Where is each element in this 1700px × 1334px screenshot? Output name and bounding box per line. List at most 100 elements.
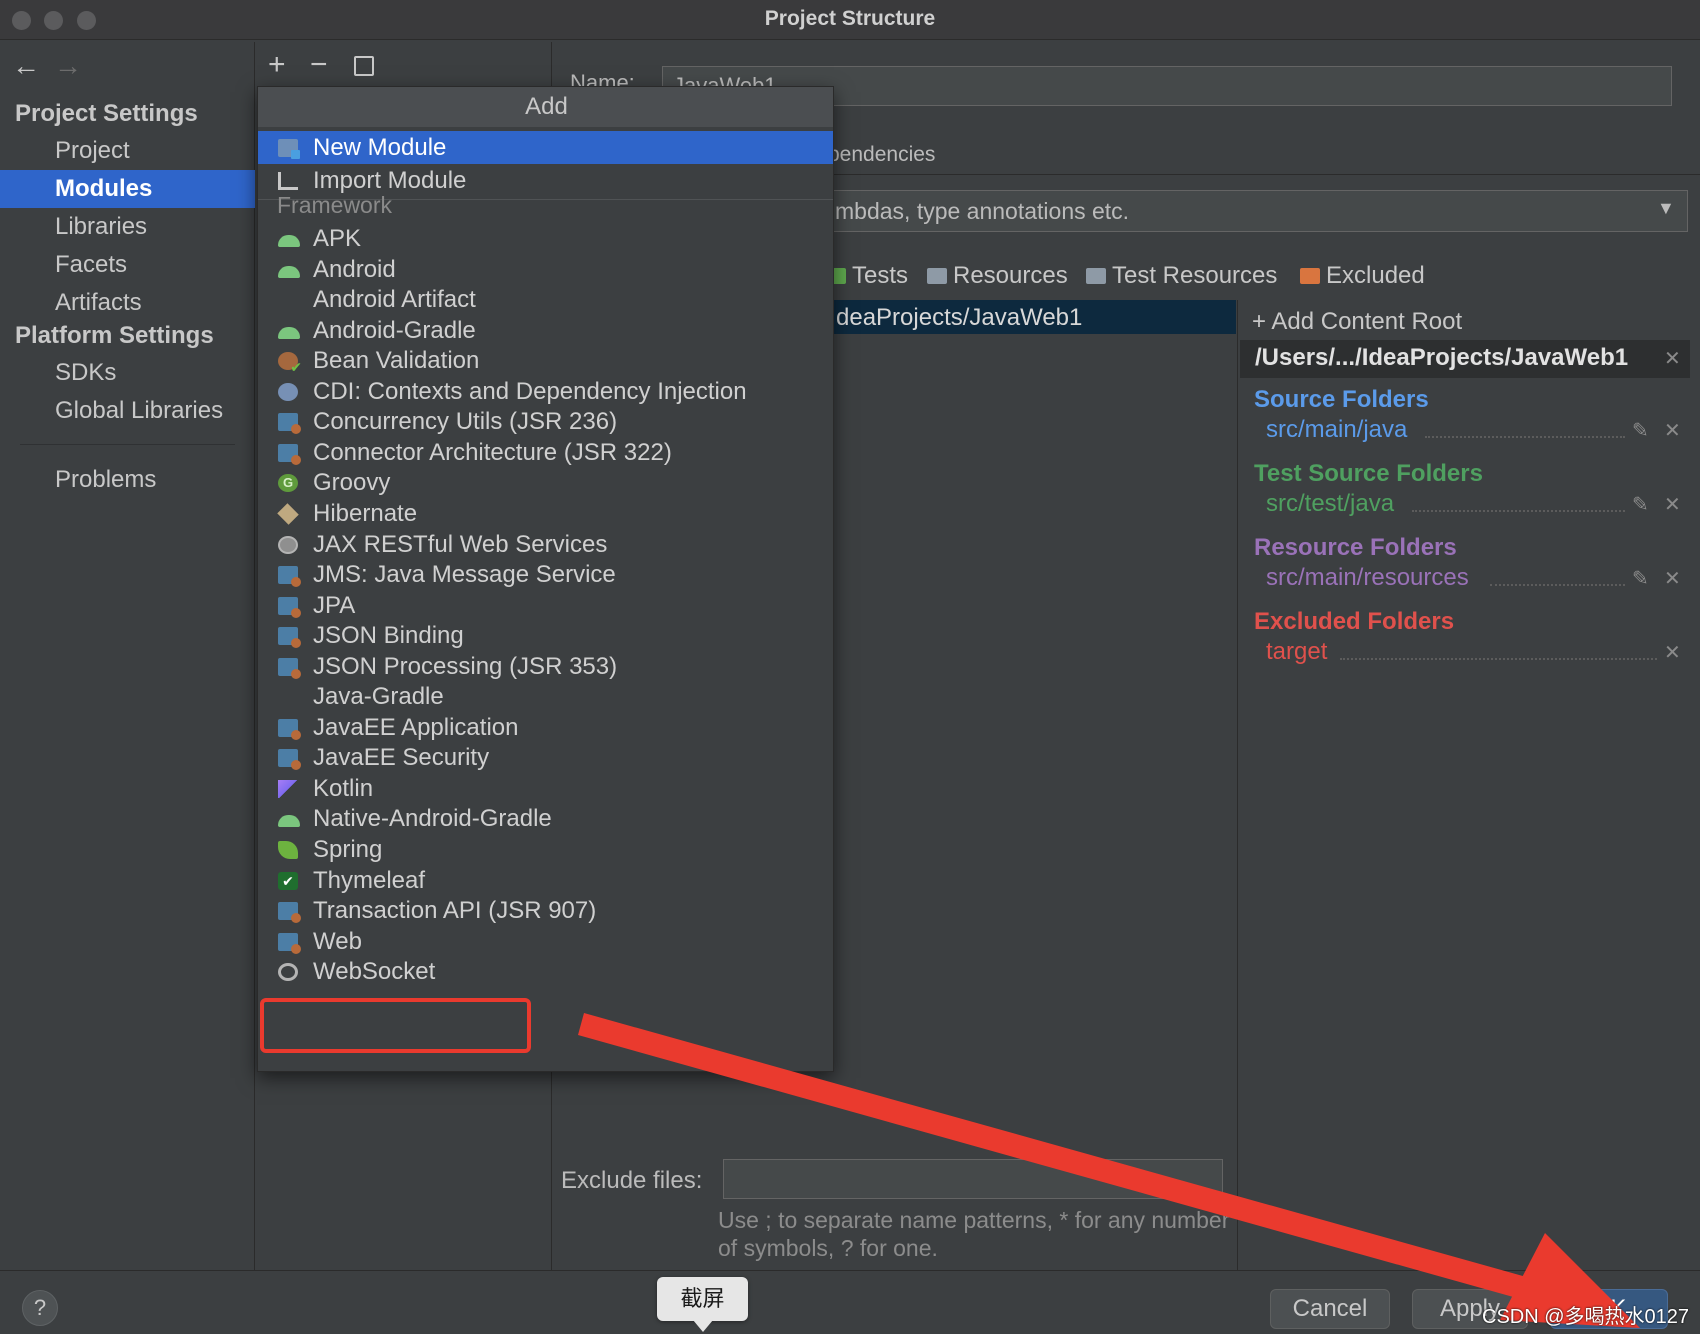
import-icon <box>278 172 298 190</box>
menu-item-native-android-gradle[interactable]: Native-Android-Gradle <box>258 802 833 835</box>
settings-sidebar: ← → Project Settings Project Modules Lib… <box>0 42 255 1270</box>
menu-item-connector-architecture-jsr-322[interactable]: Connector Architecture (JSR 322) <box>258 436 833 469</box>
resources-folder-icon <box>927 268 947 284</box>
kotlin-icon <box>278 779 298 798</box>
menu-item-javaee-application[interactable]: JavaEE Application <box>258 711 833 744</box>
close-icon[interactable]: ✕ <box>1664 640 1681 665</box>
menu-item-websocket[interactable]: WebSocket <box>258 955 833 988</box>
hibernate-icon <box>277 503 299 525</box>
language-level-select[interactable]: mbdas, type annotations etc. <box>820 190 1688 232</box>
mark-tests-button[interactable]: Tests <box>832 262 908 290</box>
menu-item-json-binding[interactable]: JSON Binding <box>258 619 833 652</box>
close-icon[interactable]: ✕ <box>1664 492 1681 517</box>
resource-folders-header: Resource Folders <box>1254 534 1457 561</box>
menu-item-label: Kotlin <box>313 774 374 802</box>
framework-section-header: Framework <box>277 192 393 218</box>
tab-dependencies[interactable]: pendencies <box>828 143 935 167</box>
menu-item-label: Bean Validation <box>313 347 480 375</box>
menu-item-label: WebSocket <box>313 958 436 986</box>
minus-icon[interactable]: − <box>310 50 328 80</box>
platform-settings-header: Platform Settings <box>15 322 214 349</box>
popup-title: Add <box>258 87 833 127</box>
menu-item-bean-validation[interactable]: Bean Validation <box>258 344 833 377</box>
javaee-icon <box>278 596 301 618</box>
thymeleaf-icon: ✔ <box>278 871 298 890</box>
menu-item-android-artifact[interactable]: Android Artifact <box>258 283 833 316</box>
edit-icon[interactable]: ✎ <box>1632 418 1649 443</box>
menu-item-android-gradle[interactable]: Android-Gradle <box>258 314 833 347</box>
javaee-icon <box>278 749 301 771</box>
menu-item-jax-restful-web-services[interactable]: JAX RESTful Web Services <box>258 528 833 561</box>
javaee-icon <box>278 443 301 465</box>
source-folder-path[interactable]: src/main/java <box>1266 416 1407 444</box>
add-popup-menu: Add New Module Import Module Framework A… <box>257 86 834 1072</box>
globe-icon <box>278 535 298 554</box>
menu-item-label: JMS: Java Message Service <box>313 561 616 589</box>
javaee-icon <box>278 566 301 588</box>
mark-resources-label: Resources <box>953 262 1068 289</box>
plus-icon[interactable]: + <box>268 50 286 80</box>
menu-item-concurrency-utils-jsr-236[interactable]: Concurrency Utils (JSR 236) <box>258 405 833 438</box>
menu-item-label: Groovy <box>313 469 391 497</box>
close-icon[interactable]: ✕ <box>1664 418 1681 443</box>
cdi-icon <box>278 382 298 401</box>
menu-item-java-gradle[interactable]: Java-Gradle <box>258 680 833 713</box>
menu-item-json-processing-jsr-353[interactable]: JSON Processing (JSR 353) <box>258 650 833 683</box>
edit-icon[interactable]: ✎ <box>1632 492 1649 517</box>
android-icon <box>278 326 300 339</box>
web-icon <box>278 932 301 954</box>
menu-item-jms-java-message-service[interactable]: JMS: Java Message Service <box>258 558 833 591</box>
menu-item-transaction-api-jsr-907[interactable]: Transaction API (JSR 907) <box>258 894 833 927</box>
title-bar: Project Structure <box>0 0 1700 40</box>
add-content-root-button[interactable]: + Add Content Root <box>1252 308 1462 336</box>
help-button[interactable]: ? <box>22 1290 58 1326</box>
excluded-folders-header: Excluded Folders <box>1254 608 1455 635</box>
edit-icon[interactable]: ✎ <box>1632 566 1649 591</box>
sidebar-item-project[interactable]: Project <box>0 132 255 170</box>
menu-item-javaee-security[interactable]: JavaEE Security <box>258 741 833 774</box>
remove-content-root-icon[interactable]: ✕ <box>1664 346 1681 371</box>
menu-item-label: Import Module <box>313 167 467 194</box>
sidebar-item-global-libraries[interactable]: Global Libraries <box>0 392 255 430</box>
sidebar-item-problems[interactable]: Problems <box>0 461 255 499</box>
menu-item-cdi-contexts-and-dependency-injection[interactable]: CDI: Contexts and Dependency Injection <box>258 375 833 408</box>
sidebar-item-sdks[interactable]: SDKs <box>0 354 255 392</box>
groovy-icon: G <box>278 474 298 493</box>
tooltip-tail <box>693 1320 713 1332</box>
project-settings-header: Project Settings <box>15 100 198 127</box>
menu-item-apk[interactable]: APK <box>258 222 833 255</box>
mark-resources-button[interactable]: Resources <box>927 262 1068 290</box>
sidebar-item-facets[interactable]: Facets <box>0 246 255 284</box>
mark-excluded-button[interactable]: Excluded <box>1300 262 1425 290</box>
sidebar-item-artifacts[interactable]: Artifacts <box>0 284 255 322</box>
chevron-down-icon[interactable]: ▼ <box>1657 198 1675 219</box>
menu-item-android[interactable]: Android <box>258 253 833 286</box>
close-icon[interactable]: ✕ <box>1664 566 1681 591</box>
mark-test-resources-button[interactable]: Test Resources <box>1086 262 1277 290</box>
test-source-folder-path[interactable]: src/test/java <box>1266 490 1394 518</box>
menu-item-label: Web <box>313 927 362 955</box>
menu-item-label: CDI: Contexts and Dependency Injection <box>313 377 747 405</box>
menu-item-jpa[interactable]: JPA <box>258 589 833 622</box>
sidebar-item-libraries[interactable]: Libraries <box>0 208 255 246</box>
menu-item-label: JSON Binding <box>313 622 464 650</box>
back-arrow-icon[interactable]: ← <box>12 50 40 82</box>
cancel-button[interactable]: Cancel <box>1270 1289 1390 1329</box>
test-source-folders-header: Test Source Folders <box>1254 460 1483 487</box>
menu-item-groovy[interactable]: G Groovy <box>258 466 833 499</box>
menu-item-hibernate[interactable]: Hibernate <box>258 497 833 530</box>
menu-item-web[interactable]: Web <box>258 925 833 958</box>
copy-icon[interactable] <box>354 56 374 76</box>
menu-item-kotlin[interactable]: Kotlin <box>258 772 833 805</box>
content-root-path: /Users/.../IdeaProjects/JavaWeb1 <box>1255 344 1629 371</box>
excluded-folder-path[interactable]: target <box>1266 638 1327 666</box>
exclude-files-label: Exclude files: <box>561 1167 703 1194</box>
sidebar-item-modules[interactable]: Modules <box>0 170 255 208</box>
forward-arrow-icon[interactable]: → <box>54 50 82 82</box>
resource-folder-path[interactable]: src/main/resources <box>1266 564 1469 592</box>
exclude-files-input[interactable] <box>723 1159 1223 1199</box>
menu-item-thymeleaf[interactable]: ✔ Thymeleaf <box>258 864 833 897</box>
javaee-icon <box>278 413 301 435</box>
menu-item-new-module[interactable]: New Module <box>258 131 833 164</box>
menu-item-spring[interactable]: Spring <box>258 833 833 866</box>
